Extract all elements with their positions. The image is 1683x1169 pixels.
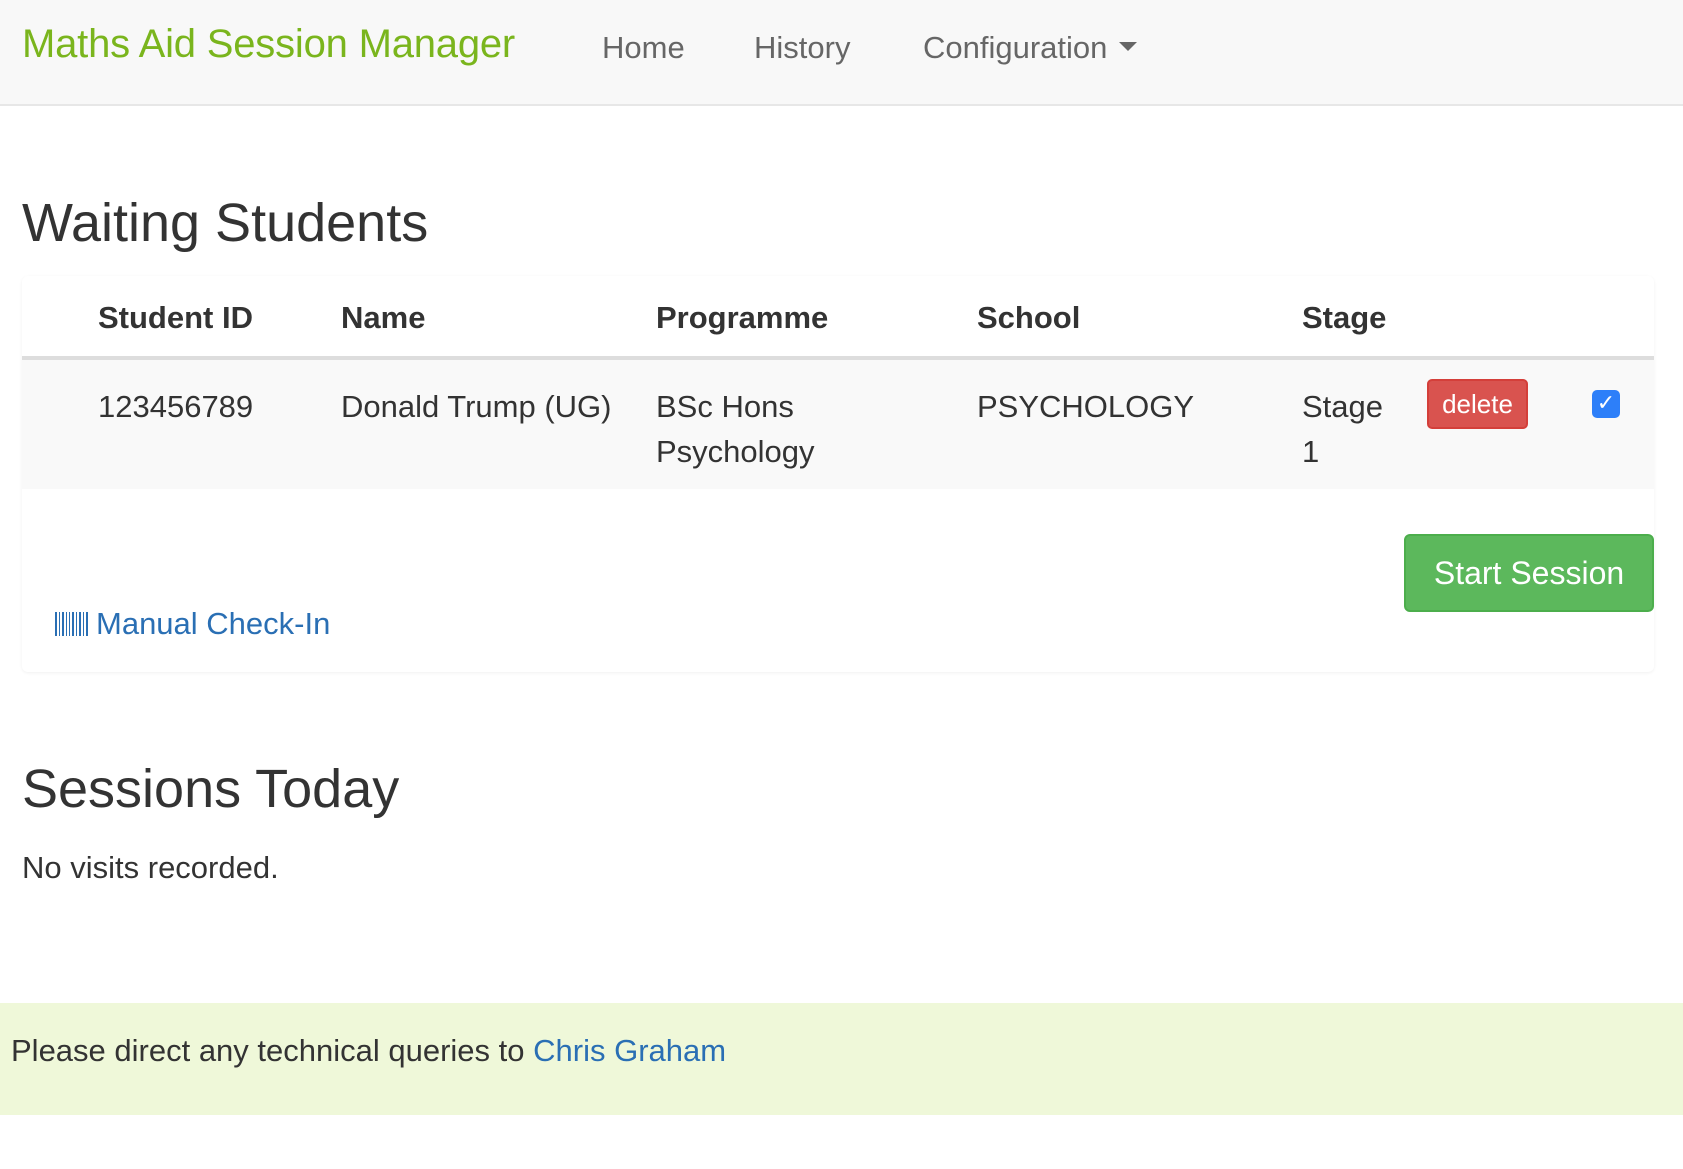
manual-check-in-label: Manual Check-In [96, 606, 331, 641]
top-navbar: Maths Aid Session Manager Home History C… [0, 0, 1683, 106]
column-header-school: School [977, 300, 1081, 335]
column-header-student-id: Student ID [98, 300, 253, 335]
table-header: Student ID Name Programme School Stage [22, 276, 1654, 360]
waiting-students-panel: Student ID Name Programme School Stage 1… [22, 276, 1654, 672]
cell-name: Donald Trump (UG) [341, 389, 612, 424]
select-checkbox[interactable]: ✓ [1592, 390, 1620, 418]
nav-configuration-dropdown[interactable]: Configuration [923, 30, 1138, 66]
nav-configuration-label: Configuration [923, 30, 1108, 65]
no-visits-text: No visits recorded. [22, 850, 279, 885]
manual-check-in-link[interactable]: Manual Check-In [55, 606, 330, 642]
footer-text: Please direct any technical queries to C… [11, 1033, 726, 1069]
cell-stage: Stage 1 [1302, 389, 1384, 469]
footer: Please direct any technical queries to C… [0, 1003, 1683, 1115]
table-row: 123456789 Donald Trump (UG) BSc Hons Psy… [22, 360, 1654, 489]
footer-message: Please direct any technical queries to [11, 1033, 534, 1068]
contact-link[interactable]: Chris Graham [533, 1033, 726, 1068]
column-header-name: Name [341, 300, 426, 335]
waiting-students-heading: Waiting Students [22, 193, 429, 253]
column-header-stage: Stage [1302, 300, 1387, 335]
cell-student-id: 123456789 [98, 389, 254, 424]
nav-history[interactable]: History [754, 30, 850, 66]
checkmark-icon: ✓ [1596, 391, 1616, 416]
nav-home[interactable]: Home [602, 30, 685, 66]
start-session-button[interactable]: Start Session [1404, 534, 1654, 612]
column-header-programme: Programme [656, 300, 829, 335]
sessions-today-heading: Sessions Today [22, 759, 400, 819]
barcode-icon [55, 612, 88, 636]
delete-button[interactable]: delete [1427, 379, 1528, 429]
chevron-down-icon [1119, 42, 1138, 52]
cell-school: PSYCHOLOGY [977, 389, 1195, 424]
cell-programme: BSc Hons Psychology [656, 389, 815, 469]
brand-title[interactable]: Maths Aid Session Manager [22, 22, 515, 67]
